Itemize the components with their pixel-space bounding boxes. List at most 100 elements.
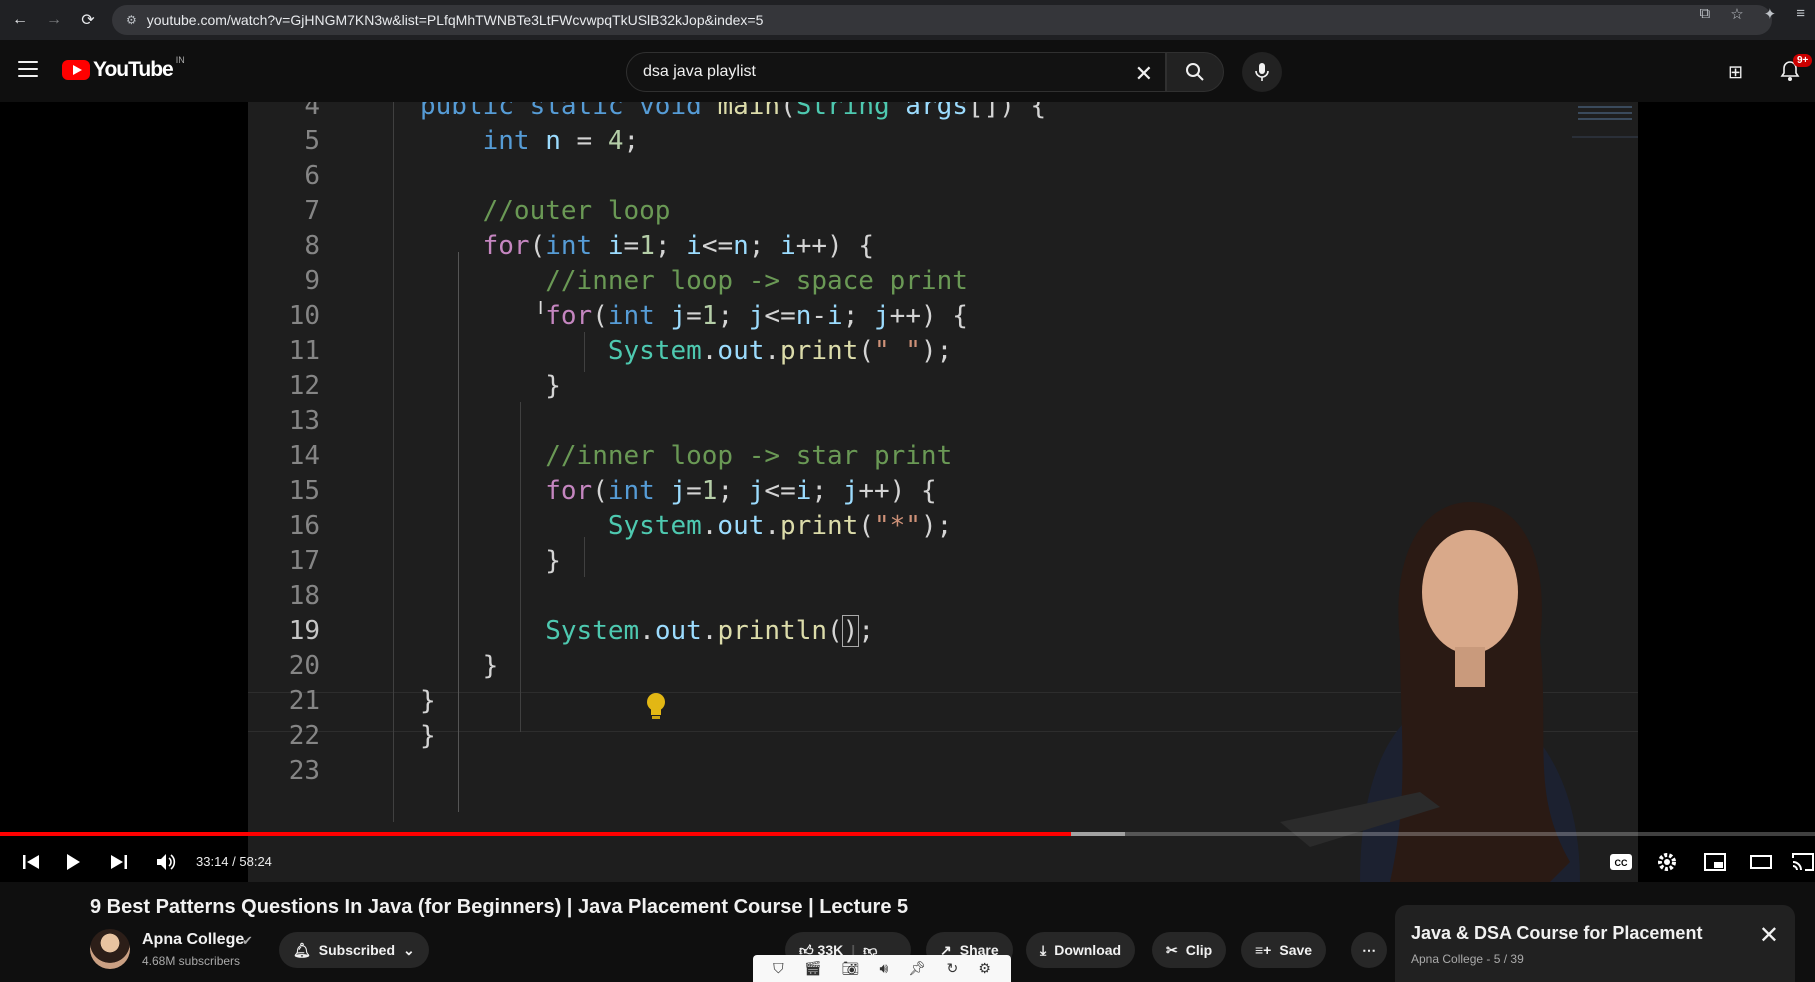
shield-icon[interactable]: ⛉ xyxy=(773,960,784,977)
more-actions-button[interactable]: ⋯ xyxy=(1351,932,1387,968)
indent-guide xyxy=(520,402,521,732)
code-text: for(int j=1; j<=n-i; j++) { xyxy=(545,301,968,331)
forward-arrow-icon[interactable]: → xyxy=(40,6,68,34)
clapperboard-icon[interactable]: 🎬︎ xyxy=(804,960,822,977)
clear-search-icon[interactable]: ✕ xyxy=(1135,61,1153,87)
play-icon[interactable] xyxy=(58,842,88,882)
cast-icon[interactable] xyxy=(1790,842,1815,882)
line-number: 5 xyxy=(304,126,320,156)
captions-icon[interactable]: CC xyxy=(1606,842,1636,882)
code-line: 12 } xyxy=(248,366,1548,406)
more-horizontal-icon: ⋯ xyxy=(1362,941,1376,958)
pin-icon[interactable]: 📌︎ xyxy=(909,960,927,977)
code-line: 11 System.out.print(" "); xyxy=(248,331,1548,371)
code-text: } xyxy=(420,721,436,751)
youtube-logo[interactable]: YouTube IN xyxy=(62,55,185,82)
indent-guide xyxy=(584,537,585,577)
code-line: 9 //inner loop -> space print xyxy=(248,261,1548,301)
line-number: 17 xyxy=(288,546,320,576)
channel-name[interactable]: Apna College xyxy=(142,931,244,949)
progress-fill xyxy=(0,832,1071,836)
reading-list-icon[interactable]: ≡ xyxy=(1796,5,1805,23)
settings-gear-icon[interactable] xyxy=(1652,842,1682,882)
search-icon xyxy=(1186,63,1204,81)
code-line: 10 for(int j=1; j<=n-i; j++) { xyxy=(248,296,1548,336)
settings-icon[interactable]: ⚙ xyxy=(978,960,991,977)
extensions-icon[interactable]: ✦ xyxy=(1764,5,1777,23)
miniplayer-icon[interactable] xyxy=(1700,842,1730,882)
svg-text:CC: CC xyxy=(1615,858,1628,868)
code-line: 8 for(int i=1; i<=n; i++) { xyxy=(248,226,1548,266)
previous-video-icon[interactable] xyxy=(16,842,46,882)
download-label: Download xyxy=(1054,942,1122,958)
code-text: //inner loop -> star print xyxy=(545,441,953,471)
code-line: 7 //outer loop xyxy=(248,191,1548,231)
code-text: } xyxy=(420,651,499,681)
lightbulb-icon[interactable] xyxy=(645,692,667,722)
save-label: Save xyxy=(1279,942,1313,958)
bell-icon: 🔔︎ xyxy=(293,941,311,958)
notifications-badge: 9+ xyxy=(1793,54,1813,67)
buffered-bar xyxy=(1070,832,1126,836)
line-number: 12 xyxy=(288,371,320,401)
indent-guide xyxy=(584,332,585,372)
playlist-panel: Java & DSA Course for Placement Apna Col… xyxy=(1395,905,1795,982)
video-title: 9 Best Patterns Questions In Java (for B… xyxy=(90,896,909,918)
video-player[interactable]: 4 public static void main(String args[]) … xyxy=(0,102,1815,882)
code-line: 13 xyxy=(248,401,1548,441)
line-number: 22 xyxy=(288,721,320,751)
install-app-icon[interactable]: ⧉ xyxy=(1699,5,1710,23)
search-button[interactable] xyxy=(1166,52,1224,92)
text-cursor-icon: I xyxy=(538,298,544,319)
code-text: int n = 4; xyxy=(482,126,640,156)
code-text: for(int j=1; j<=i; j++) { xyxy=(545,476,937,506)
clip-button[interactable]: ✂ Clip xyxy=(1152,932,1227,968)
avatar[interactable] xyxy=(90,929,130,969)
line-number: 18 xyxy=(288,581,320,611)
line-number: 19 xyxy=(288,616,320,646)
back-arrow-icon[interactable]: ← xyxy=(6,6,34,34)
line-number: 14 xyxy=(288,441,320,471)
subscriber-count: 4.68M subscribers xyxy=(142,954,241,968)
hamburger-menu-icon[interactable] xyxy=(18,61,38,77)
theater-mode-icon[interactable] xyxy=(1746,842,1776,882)
search-query-text: dsa java playlist xyxy=(643,63,756,80)
line-number: 6 xyxy=(304,161,320,191)
site-info-icon[interactable]: ⚙ xyxy=(126,13,137,27)
address-bar[interactable]: ⚙ youtube.com/watch?v=GjHNGM7KN3w&list=P… xyxy=(112,5,1772,35)
reload-icon[interactable]: ⟳ xyxy=(74,6,102,34)
bookmark-star-icon[interactable]: ☆ xyxy=(1730,5,1743,23)
volume-icon[interactable] xyxy=(150,842,184,882)
browser-toolbar: ← → ⟳ ⚙ youtube.com/watch?v=GjHNGM7KN3w&… xyxy=(0,0,1815,40)
search-input[interactable]: dsa java playlist ✕ xyxy=(626,52,1166,92)
next-video-icon[interactable] xyxy=(104,842,134,882)
line-number: 10 xyxy=(288,301,320,331)
camera-icon[interactable]: 📷︎ xyxy=(842,960,860,977)
subscribed-button[interactable]: 🔔︎ Subscribed ⌄ xyxy=(279,932,429,968)
logo-wordmark: YouTube xyxy=(93,58,174,81)
refresh-icon[interactable]: ↻ xyxy=(946,960,958,977)
code-line: 5 int n = 4; xyxy=(248,121,1548,161)
line-number: 23 xyxy=(288,756,320,786)
playlist-title[interactable]: Java & DSA Course for Placement xyxy=(1411,923,1779,944)
create-video-icon[interactable]: ⊞ xyxy=(1728,62,1743,83)
download-button[interactable]: ⤓ Download xyxy=(1026,932,1136,968)
progress-bar[interactable] xyxy=(0,832,1815,836)
subscribed-label: Subscribed xyxy=(318,942,396,958)
code-text: System.out.print("*"); xyxy=(607,511,953,541)
line-number: 9 xyxy=(304,266,320,296)
line-number: 16 xyxy=(288,511,320,541)
line-number: 21 xyxy=(288,686,320,716)
speaker-icon[interactable]: 🔊︎ xyxy=(880,960,889,977)
url-text: youtube.com/watch?v=GjHNGM7KN3w&list=PLf… xyxy=(146,12,764,28)
scissors-icon: ✂ xyxy=(1166,941,1178,958)
chevron-down-icon: ⌄ xyxy=(403,941,415,958)
channel-row: Apna College ✔ 4.68M subscribers 🔔︎ Subs… xyxy=(90,929,1390,973)
voice-search-button[interactable] xyxy=(1242,52,1282,92)
presenter-image xyxy=(1280,502,1580,882)
youtube-header: YouTube IN dsa java playlist ✕ ⊞ 9+ xyxy=(0,40,1815,102)
line-number: 15 xyxy=(288,476,320,506)
playlist-subtitle: Apna College - 5 / 39 xyxy=(1411,952,1524,966)
save-button[interactable]: ≡+ Save xyxy=(1241,932,1327,968)
close-icon[interactable]: ✕ xyxy=(1759,921,1779,950)
